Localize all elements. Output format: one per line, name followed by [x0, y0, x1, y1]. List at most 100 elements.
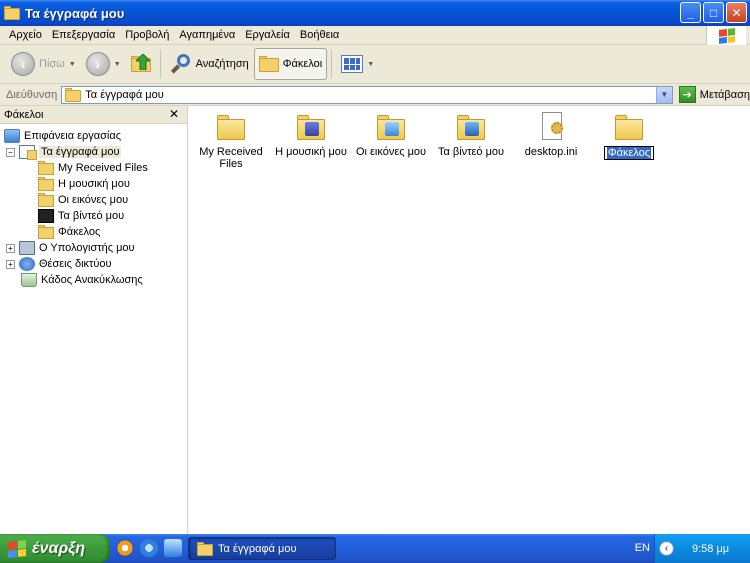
forward-arrow-icon: › — [85, 52, 110, 76]
minimize-button[interactable]: _ — [680, 2, 701, 23]
menu-file[interactable]: Αρχείο — [4, 29, 47, 41]
rename-input[interactable]: Φάκελος — [603, 146, 655, 160]
media-player-icon[interactable] — [116, 539, 134, 557]
file-label: desktop.ini — [524, 146, 578, 158]
settings-file-icon — [537, 112, 565, 142]
go-arrow-icon: ➔ — [678, 86, 696, 103]
tree-item-network[interactable]: + Θέσεις δικτύου — [0, 256, 187, 272]
tree-label: Θέσεις δικτύου — [39, 258, 112, 270]
pictures-folder-icon — [375, 114, 407, 142]
music-folder-icon — [295, 114, 327, 142]
video-folder-icon — [38, 209, 54, 223]
internet-explorer-icon[interactable] — [140, 539, 158, 557]
file-label: My Received Files — [199, 146, 263, 170]
menu-tools[interactable]: Εργαλεία — [240, 29, 295, 41]
folders-pane-title: Φάκελοι — [4, 108, 44, 121]
clock[interactable]: 9:58 μμ — [692, 543, 729, 555]
language-indicator[interactable]: EN — [635, 542, 650, 554]
up-button[interactable] — [126, 48, 156, 80]
back-arrow-icon: ‹ — [11, 52, 35, 76]
tree-item-my-documents[interactable]: − Τα έγγραφά μου — [0, 144, 187, 160]
file-item-received[interactable]: My Received Files — [191, 114, 271, 170]
file-label: Η μουσική μου — [275, 146, 347, 158]
start-button[interactable]: έναρξη — [0, 534, 110, 563]
tree-item-videos[interactable]: Τα βίντεό μου — [0, 208, 187, 224]
address-dropdown-icon[interactable]: ▼ — [655, 86, 672, 103]
computer-icon — [19, 241, 35, 255]
menu-edit[interactable]: Επεξεργασία — [47, 29, 120, 41]
expand-icon[interactable]: + — [6, 243, 15, 253]
tree-label: My Received Files — [58, 162, 148, 174]
go-label: Μετάβαση — [699, 88, 750, 101]
go-button[interactable]: ➔ Μετάβαση — [678, 86, 750, 103]
file-item-music[interactable]: Η μουσική μου — [271, 114, 351, 158]
taskbar-item-my-documents[interactable]: Τα έγγραφά μου — [188, 537, 336, 560]
folders-label: Φάκελοι — [282, 58, 323, 70]
back-button[interactable]: ‹ Πίσω ▼ — [6, 48, 81, 80]
folders-pane-header: Φάκελοι ✕ — [0, 106, 187, 124]
tree-item-folder[interactable]: Φάκελος — [0, 224, 187, 240]
tree-label: Φάκελος — [58, 226, 101, 238]
file-label: Φάκελος — [589, 146, 669, 160]
rename-value: Φάκελος — [606, 147, 652, 159]
views-icon — [341, 55, 364, 73]
folder-icon — [215, 114, 247, 142]
tree-item-desktop[interactable]: Επιφάνεια εργασίας — [0, 128, 187, 144]
tree-label: Τα βίντεό μου — [58, 210, 125, 222]
tree-label: Τα έγγραφά μου — [39, 146, 122, 158]
menu-view[interactable]: Προβολή — [120, 29, 174, 41]
file-item-desktop-ini[interactable]: desktop.ini — [511, 112, 591, 158]
menu-help[interactable]: Βοήθεια — [295, 29, 344, 41]
search-button[interactable]: Αναζήτηση — [165, 48, 254, 80]
folder-icon — [38, 225, 54, 239]
expand-icon[interactable]: + — [6, 259, 15, 269]
menu-bar: Αρχείο Επεξεργασία Προβολή Αγαπημένα Εργ… — [0, 26, 750, 45]
title-bar: Τα έγγραφά μου _ □ ✕ — [0, 0, 750, 26]
window-controls: _ □ ✕ — [680, 2, 747, 23]
tree-item-music[interactable]: Η μουσική μου — [0, 176, 187, 192]
close-icon[interactable]: ✕ — [169, 107, 179, 121]
chevron-left-icon[interactable]: ‹ — [659, 541, 674, 556]
forward-button[interactable]: › ▼ — [81, 48, 126, 80]
start-label: έναρξη — [32, 539, 86, 557]
tree-label: Επιφάνεια εργασίας — [24, 130, 122, 142]
tree-item-received[interactable]: My Received Files — [0, 160, 187, 176]
taskbar: έναρξη Τα έγγραφά μου EN ‹ 9:58 μμ — [0, 534, 750, 563]
maximize-button[interactable]: □ — [703, 2, 724, 23]
tree-item-my-computer[interactable]: + Ο Υπολογιστής μου — [0, 240, 187, 256]
tree-item-recycle-bin[interactable]: Κάδος Ανακύκλωσης — [0, 272, 187, 288]
folders-button[interactable]: Φάκελοι — [253, 48, 328, 80]
file-item-new-folder[interactable]: Φάκελος — [589, 114, 669, 160]
address-input[interactable]: Τα έγγραφά μου ▼ — [61, 85, 673, 104]
views-dropdown-icon[interactable]: ▼ — [367, 61, 374, 68]
folder-icon — [613, 114, 645, 142]
address-label: Διεύθυνση — [6, 88, 58, 101]
folder-tree: Επιφάνεια εργασίας − Τα έγγραφά μου My R… — [0, 124, 187, 288]
tree-item-pictures[interactable]: Οι εικόνες μου — [0, 192, 187, 208]
views-button[interactable]: ▼ — [336, 48, 379, 80]
file-item-pictures[interactable]: Οι εικόνες μου — [351, 114, 431, 158]
music-folder-icon — [38, 177, 54, 191]
folder-icon — [38, 161, 54, 175]
windows-flag-icon — [8, 539, 26, 558]
file-label: Τα βίντεό μου — [437, 146, 505, 158]
file-item-videos[interactable]: Τα βίντεό μου — [431, 114, 511, 158]
collapse-icon[interactable]: − — [6, 147, 15, 157]
outlook-express-icon[interactable] — [164, 539, 182, 557]
search-label: Αναζήτηση — [195, 58, 249, 70]
back-dropdown-icon[interactable]: ▼ — [69, 61, 76, 68]
taskbar-item-label: Τα έγγραφά μου — [218, 542, 297, 555]
address-folder-icon — [65, 87, 82, 102]
tree-label: Οι εικόνες μου — [58, 194, 129, 206]
windows-logo — [706, 26, 746, 45]
back-label: Πίσω — [39, 58, 65, 70]
up-folder-icon — [130, 54, 151, 72]
folders-icon — [258, 56, 279, 72]
tree-label: Ο Υπολογιστής μου — [39, 242, 135, 254]
system-tray: ‹ 9:58 μμ — [654, 534, 750, 563]
forward-dropdown-icon[interactable]: ▼ — [114, 61, 121, 68]
tree-label: Κάδος Ανακύκλωσης — [41, 274, 143, 286]
close-button[interactable]: ✕ — [726, 2, 747, 23]
menu-favorites[interactable]: Αγαπημένα — [174, 29, 240, 41]
toolbar-separator — [159, 50, 161, 78]
